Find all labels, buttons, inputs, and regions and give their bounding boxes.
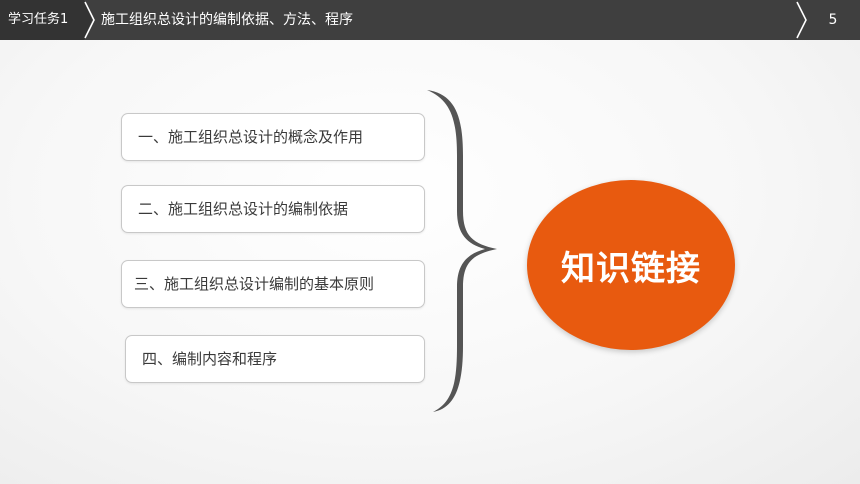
- knowledge-link-label: 知识链接: [561, 248, 701, 289]
- task-label: 学习任务1: [8, 12, 69, 27]
- curly-brace-icon: [427, 90, 497, 412]
- topic-item-2[interactable]: 二、施工组织总设计的编制依据: [121, 185, 425, 233]
- page-number: 5: [828, 12, 838, 28]
- topic-item-3[interactable]: 三、施工组织总设计编制的基本原则: [121, 260, 425, 308]
- topic-item-1[interactable]: 一、施工组织总设计的概念及作用: [121, 113, 425, 161]
- chevron-right-icon: [84, 1, 95, 39]
- header-bar: 学习任务1 施工组织总设计的编制依据、方法、程序 5: [0, 0, 860, 40]
- topic-item-4[interactable]: 四、编制内容和程序: [125, 335, 425, 383]
- knowledge-link-badge[interactable]: 知识链接: [527, 180, 735, 350]
- slide-title: 施工组织总设计的编制依据、方法、程序: [101, 12, 353, 28]
- chevron-right-icon: [796, 1, 807, 39]
